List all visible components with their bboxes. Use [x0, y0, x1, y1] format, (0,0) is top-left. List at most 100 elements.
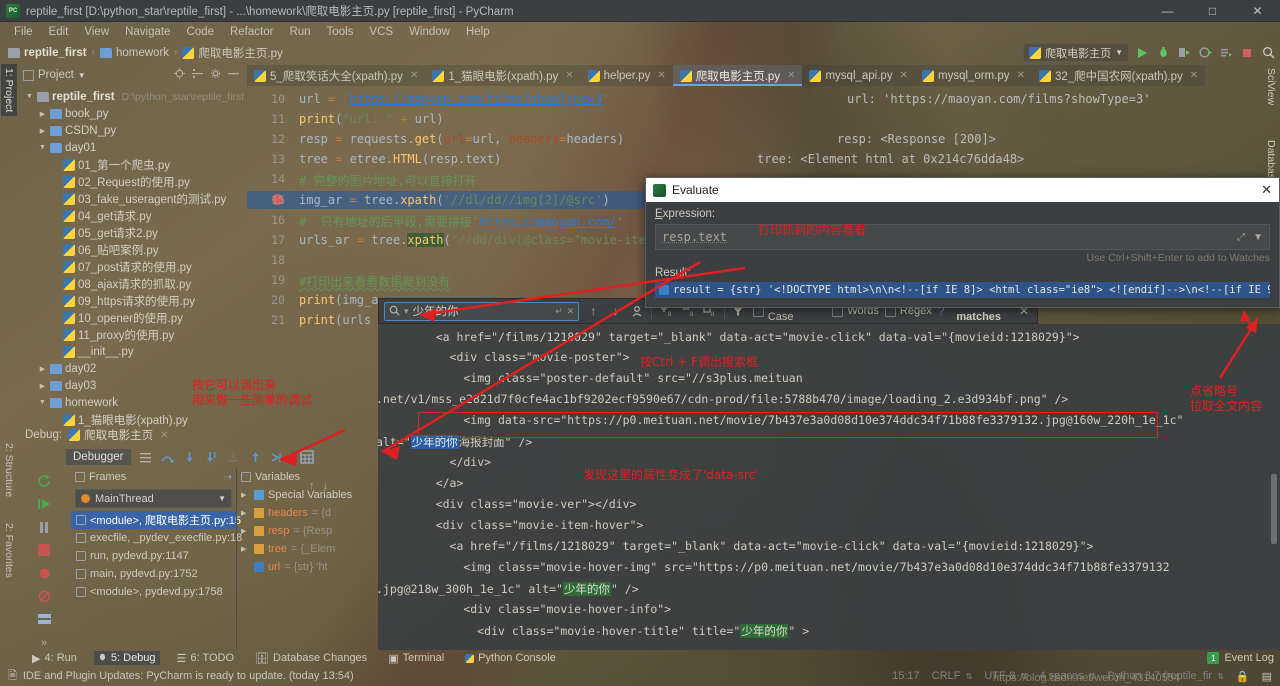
run-button[interactable] [1134, 45, 1150, 61]
tool-tab-todo[interactable]: ☰ 6: TODO [173, 651, 238, 666]
menu-bar[interactable]: File Edit View Navigate Code Refactor Ru… [0, 22, 1280, 41]
force-step-into-icon[interactable] [204, 450, 219, 465]
menu-navigate[interactable]: Navigate [117, 24, 178, 40]
clear-search-icon[interactable]: ✕ [567, 306, 575, 317]
tree-node[interactable]: ▶ CSDN_py [19, 122, 247, 139]
view-breakpoints-icon[interactable] [37, 567, 52, 581]
step-out-icon[interactable] [248, 450, 263, 465]
frames-list[interactable]: <module>, 爬取电影主页.py:15 execfile, _pydev_e… [71, 511, 242, 601]
stop-button[interactable] [1239, 45, 1255, 61]
tree-node[interactable]: ▶ day02 [19, 360, 247, 377]
tree-node[interactable]: ▶ book_py [19, 105, 247, 122]
debug-tool-window[interactable]: Debug: 爬取电影主页 ✕ Debugger » Frames ⇢ Main… [19, 424, 378, 650]
frame-item[interactable]: main, pydevd.py:1752 [71, 565, 236, 583]
tree-node[interactable]: 02_Request的使用.py [19, 173, 247, 190]
variable-row[interactable]: ▶ Special Variables [237, 486, 378, 504]
chevron-right-icon[interactable]: ▶ [241, 527, 250, 535]
tree-node[interactable]: 01_第一个爬虫.py [19, 156, 247, 173]
maximize-button[interactable]: □ [1190, 0, 1235, 22]
run-coverage-button[interactable] [1176, 45, 1192, 61]
search-history-chevron-icon[interactable]: ▾ [404, 306, 409, 317]
console-icon[interactable] [138, 450, 153, 465]
chevron-down-icon[interactable]: ▼ [78, 71, 86, 80]
variable-row[interactable]: ▶ resp = {Resp [237, 522, 378, 540]
chevron-right-icon[interactable]: ▶ [241, 509, 250, 517]
tree-node[interactable]: 07_post请求的使用.py [19, 258, 247, 275]
expression-input[interactable]: resp.text ⤢ ▼ [655, 224, 1270, 250]
thread-selector[interactable]: MainThread ▼ [75, 489, 232, 508]
frame-item[interactable]: <module>, 爬取电影主页.py:15 [71, 511, 241, 529]
profile-button[interactable] [1197, 45, 1213, 61]
menu-code[interactable]: Code [178, 24, 222, 40]
evaluate-expression-icon[interactable] [300, 450, 315, 465]
tree-node[interactable]: 03_fake_useragent的测试.py [19, 190, 247, 207]
close-icon[interactable]: ✕ [1190, 70, 1198, 81]
tool-tab-event-log[interactable]: Event Log [1224, 652, 1274, 664]
menu-help[interactable]: Help [458, 24, 498, 40]
frames-pane[interactable]: Frames ⇢ MainThread ▼ <module>, 爬取电影主页.p… [71, 468, 242, 650]
minimize-button[interactable]: — [1145, 0, 1190, 22]
breadcrumb-item-project[interactable]: reptile_first [8, 47, 87, 59]
settings-icon[interactable]: ⇢ [224, 472, 232, 483]
project-panel[interactable]: Project ▼ ▼ reptile_first D:\python_star… [19, 64, 247, 427]
attach-process-button[interactable] [1218, 45, 1234, 61]
close-icon[interactable]: ✕ [1261, 182, 1272, 198]
run-to-cursor-icon[interactable] [270, 450, 285, 465]
frame-item[interactable]: execfile, _pydev_execfile.py:18 [71, 529, 242, 547]
step-into-icon[interactable] [182, 450, 197, 465]
chevron-down-icon[interactable]: ▼ [38, 144, 47, 151]
breadcrumb-item-homework[interactable]: homework [99, 47, 169, 59]
chevron-right-icon[interactable]: ▶ [38, 382, 47, 390]
code-line-11[interactable]: print("url: " + url) [299, 112, 444, 126]
sidebar-tab-sciview[interactable]: SciView [1263, 64, 1279, 109]
search-everywhere-icon[interactable] [1260, 45, 1276, 61]
sidebar-tab-project[interactable]: 1: Project [1, 64, 17, 117]
find-previous-icon[interactable]: ↑ [585, 303, 601, 319]
search-icon[interactable] [389, 305, 400, 318]
result-row[interactable]: result = {str} '<!DOCTYPE html>\n\n<!--[… [655, 282, 1270, 298]
tree-node[interactable]: 08_ajax请求的抓取.py [19, 275, 247, 292]
caret-position[interactable]: 15:17 [892, 670, 920, 682]
line-separator[interactable]: CRLF ⇅ [932, 670, 973, 682]
frame-up-icon[interactable]: ↑ [309, 480, 315, 492]
frame-item[interactable]: run, pydevd.py:1147 [71, 547, 236, 565]
tree-node[interactable]: 10_opener的使用.py [19, 309, 247, 326]
menu-edit[interactable]: Edit [41, 24, 77, 40]
tab-debugger[interactable]: Debugger [66, 449, 131, 465]
sidebar-tab-structure[interactable]: 2: Structure [1, 439, 17, 501]
find-next-icon[interactable]: ↓ [607, 303, 623, 319]
close-icon[interactable]: ✕ [410, 70, 418, 81]
rerun-icon[interactable] [37, 474, 52, 488]
code-line-15[interactable]: img_ar = tree.xpath('//dl/dd//img[2]/@sr… [299, 193, 610, 207]
close-icon[interactable]: ✕ [1017, 70, 1025, 81]
close-icon[interactable]: ✕ [657, 70, 665, 81]
editor-tab-4[interactable]: mysql_api.py ✕ [802, 65, 915, 86]
tool-tab-run[interactable]: ▶ 4: Run [28, 651, 81, 666]
chevron-down-icon[interactable]: ▼ [38, 399, 47, 406]
variable-row[interactable]: ▶ headers = {d [237, 504, 378, 522]
editor-tab-0[interactable]: 5_爬取笑话大全(xpath).py ✕ [247, 65, 426, 86]
search-input[interactable]: ▾ 少年的你 ↵ ✕ [384, 301, 580, 321]
variable-row[interactable]: url = {str} 'ht [237, 558, 378, 576]
close-button[interactable]: ✕ [1235, 0, 1280, 22]
bottom-tool-window-bar[interactable]: ▶ 4: Run 5: Debug ☰ 6: TODO 🗄 Database C… [0, 650, 1280, 666]
menu-refactor[interactable]: Refactor [222, 24, 281, 40]
run-configuration-selector[interactable]: 爬取电影主页 ▼ [1023, 43, 1129, 62]
breadcrumb-item-file[interactable]: 爬取电影主页.py [182, 45, 283, 61]
chevron-right-icon[interactable]: ▶ [38, 110, 47, 118]
locate-icon[interactable] [174, 68, 185, 82]
status-message[interactable]: IDE and Plugin Updates: PyCharm is ready… [23, 670, 354, 682]
code-line-10[interactable]: url = 'https://maoyan.com/films?showType… [299, 92, 610, 106]
menu-view[interactable]: View [76, 24, 117, 40]
resume-icon[interactable] [37, 497, 52, 511]
sidebar-tab-favorites[interactable]: 2: Favorites [1, 519, 17, 582]
tree-node-root[interactable]: ▼ reptile_first D:\python_star\reptile_f… [19, 88, 247, 105]
chevron-down-icon[interactable]: ▼ [218, 494, 226, 503]
editor-tab-6[interactable]: 32_爬中国农网(xpath).py ✕ [1031, 65, 1206, 86]
editor-tab-bar[interactable]: 5_爬取笑话大全(xpath).py ✕ 1_猫眼电影(xpath).py ✕ … [247, 64, 1258, 86]
tree-node[interactable]: 06_贴吧案例.py [19, 241, 247, 258]
editor-tab-2[interactable]: helper.py ✕ [580, 65, 673, 86]
editor-tab-5[interactable]: mysql_orm.py ✕ [914, 65, 1032, 86]
expand-more-icon[interactable]: » [37, 636, 52, 650]
pause-icon[interactable] [37, 520, 52, 534]
